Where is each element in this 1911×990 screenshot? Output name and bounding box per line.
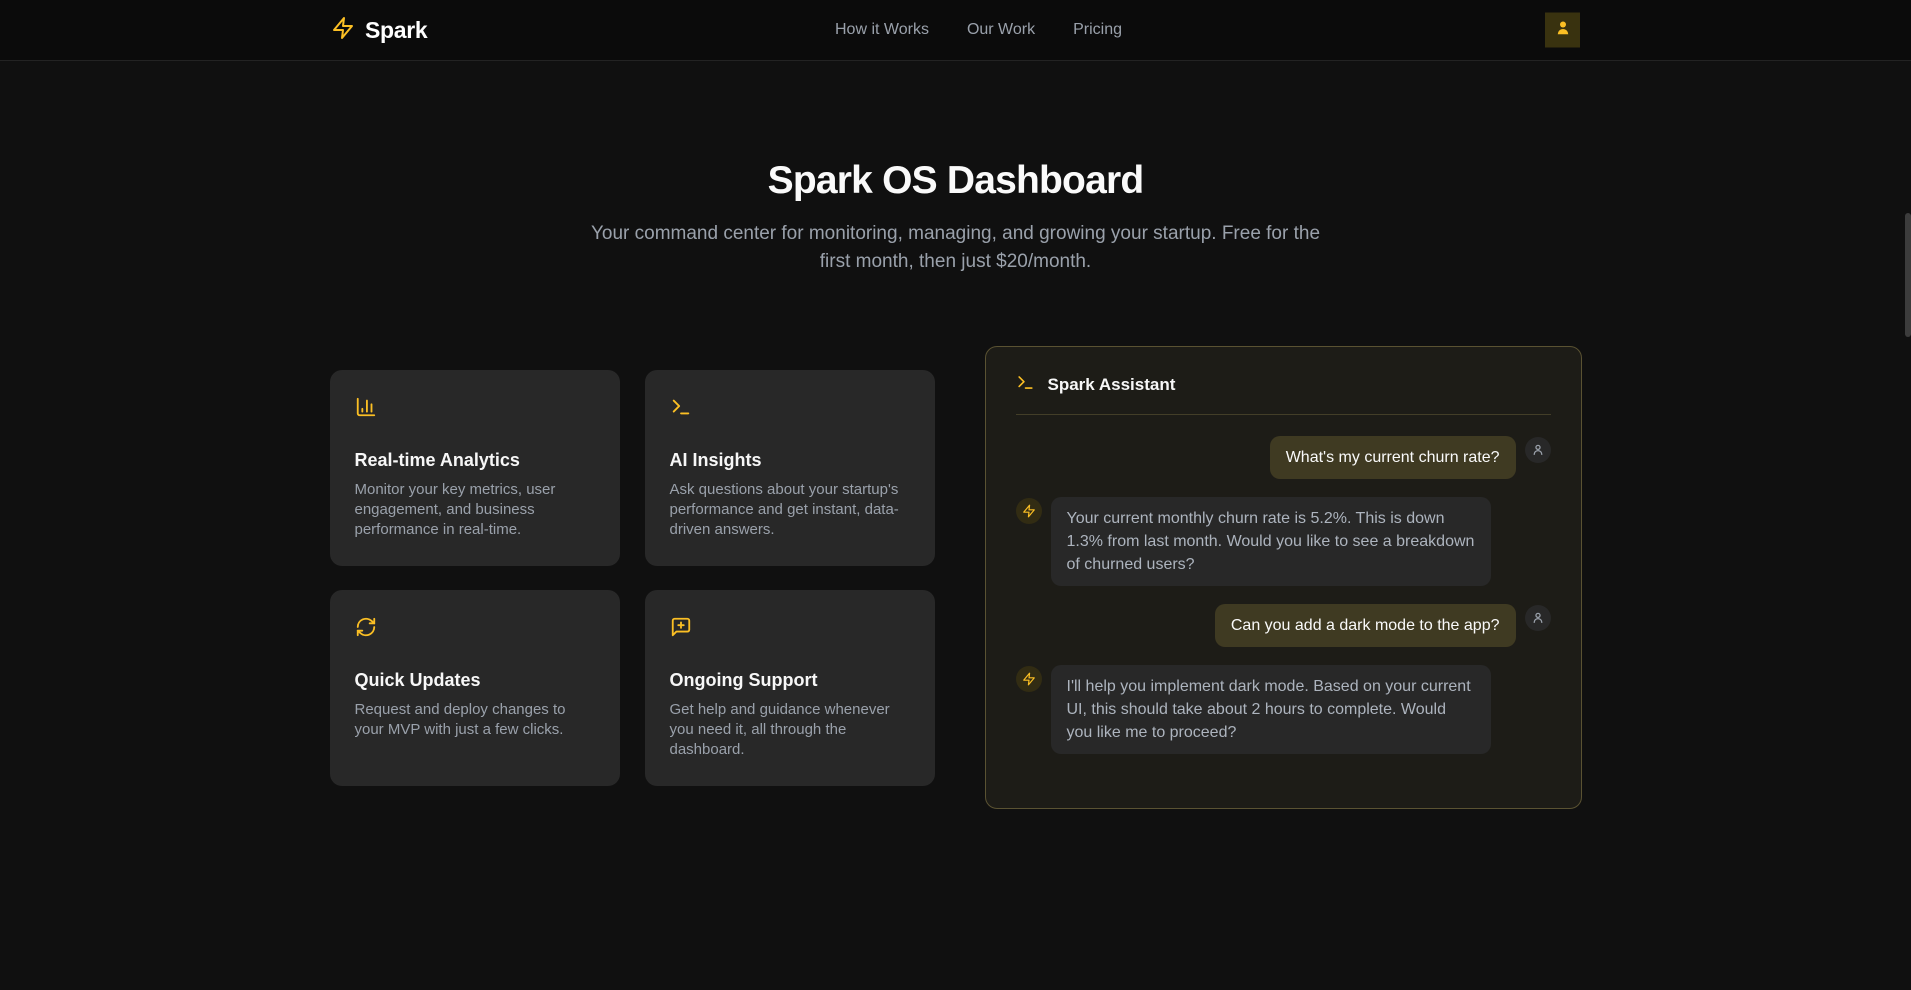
- user-avatar: [1525, 605, 1551, 631]
- assistant-avatar: [1016, 666, 1042, 692]
- nav-links: How it Works Our Work Pricing: [835, 0, 1122, 60]
- user-icon: [1554, 19, 1572, 42]
- zap-icon: [1022, 672, 1036, 686]
- chat-bubble: Can you add a dark mode to the app?: [1215, 604, 1516, 647]
- feature-grid: Real-time Analytics Monitor your key met…: [330, 370, 935, 786]
- chat-message-assistant: I'll help you implement dark mode. Based…: [1016, 665, 1551, 754]
- feature-card-realtime-analytics: Real-time Analytics Monitor your key met…: [330, 370, 620, 566]
- chat-message-assistant: Your current monthly churn rate is 5.2%.…: [1016, 497, 1551, 586]
- feature-card-ai-insights: AI Insights Ask questions about your sta…: [645, 370, 935, 566]
- chat-message-user: Can you add a dark mode to the app?: [1016, 604, 1551, 647]
- feature-title: AI Insights: [670, 450, 910, 471]
- feature-card-ongoing-support: Ongoing Support Get help and guidance wh…: [645, 590, 935, 786]
- account-avatar-button[interactable]: [1545, 13, 1580, 48]
- zap-icon: [1022, 504, 1036, 518]
- assistant-header: Spark Assistant: [1012, 371, 1555, 397]
- feature-description: Ask questions about your startup's perfo…: [670, 480, 910, 540]
- chat-bubble: I'll help you implement dark mode. Based…: [1051, 665, 1491, 754]
- main-content: Real-time Analytics Monitor your key met…: [0, 346, 1911, 809]
- feature-title: Quick Updates: [355, 670, 595, 691]
- terminal-icon: [1016, 373, 1035, 397]
- nav-link-our-work[interactable]: Our Work: [967, 21, 1035, 39]
- user-avatar: [1525, 437, 1551, 463]
- nav-link-pricing[interactable]: Pricing: [1073, 21, 1122, 39]
- assistant-title: Spark Assistant: [1048, 375, 1176, 395]
- page-title: Spark OS Dashboard: [0, 159, 1911, 203]
- bar-chart-icon: [355, 396, 595, 423]
- chat-bubble: Your current monthly churn rate is 5.2%.…: [1051, 497, 1491, 586]
- message-square-plus-icon: [670, 616, 910, 643]
- terminal-icon: [670, 396, 910, 423]
- feature-description: Get help and guidance whenever you need …: [670, 700, 910, 760]
- user-icon: [1531, 611, 1545, 625]
- brand-name: Spark: [365, 17, 427, 44]
- feature-title: Real-time Analytics: [355, 450, 595, 471]
- feature-description: Monitor your key metrics, user engagemen…: [355, 480, 595, 540]
- zap-icon: [331, 16, 355, 45]
- spark-assistant-panel: Spark Assistant What's my current churn …: [985, 346, 1582, 809]
- chat-messages: What's my current churn rate? Your curre…: [1012, 436, 1555, 754]
- feature-card-quick-updates: Quick Updates Request and deploy changes…: [330, 590, 620, 786]
- nav-link-how-it-works[interactable]: How it Works: [835, 21, 929, 39]
- hero-section: Spark OS Dashboard Your command center f…: [0, 61, 1911, 276]
- divider: [1016, 414, 1551, 415]
- feature-title: Ongoing Support: [670, 670, 910, 691]
- feature-description: Request and deploy changes to your MVP w…: [355, 700, 595, 740]
- scrollbar-thumb[interactable]: [1905, 213, 1911, 337]
- user-icon: [1531, 443, 1545, 457]
- assistant-avatar: [1016, 498, 1042, 524]
- refresh-icon: [355, 616, 595, 643]
- top-nav: Spark How it Works Our Work Pricing: [0, 0, 1911, 61]
- chat-bubble: What's my current churn rate?: [1270, 436, 1516, 479]
- page-subtitle: Your command center for monitoring, mana…: [586, 220, 1326, 276]
- brand-logo[interactable]: Spark: [331, 16, 427, 45]
- chat-message-user: What's my current churn rate?: [1016, 436, 1551, 479]
- page: Spark How it Works Our Work Pricing Spar…: [0, 0, 1911, 990]
